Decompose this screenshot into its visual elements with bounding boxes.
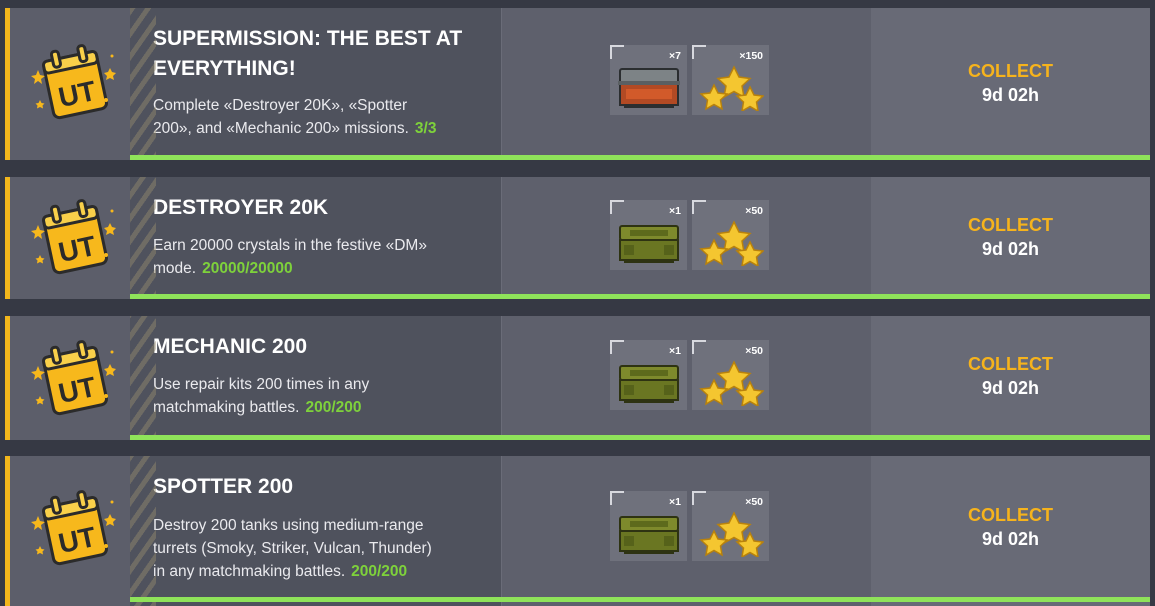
reward-item[interactable]: ×50 bbox=[692, 340, 769, 410]
decor-stripes bbox=[130, 177, 156, 299]
supply-box-icon bbox=[616, 358, 682, 406]
reward-quantity: ×50 bbox=[745, 345, 763, 357]
mission-title: MECHANIC 200 bbox=[153, 335, 308, 358]
progress-bar bbox=[130, 435, 1150, 440]
mission-card: SPOTTER 200 Destroy 200 tanks using medi… bbox=[5, 456, 1150, 606]
rewards-panel: ×7 ×150 bbox=[501, 8, 872, 160]
rewards-panel: ×1 ×50 bbox=[501, 456, 872, 606]
supply-box-icon bbox=[616, 509, 682, 557]
progress-bar bbox=[130, 597, 1150, 602]
mission-title: SUPERMISSION: THE BEST AT EVERYTHING! bbox=[153, 27, 463, 80]
collect-button[interactable]: COLLECT bbox=[871, 353, 1150, 375]
mission-icon-cell bbox=[10, 456, 130, 606]
collect-panel[interactable]: COLLECT 9d 02h bbox=[871, 456, 1150, 606]
progress-value: 3/3 bbox=[414, 120, 437, 137]
time-remaining: 9d 02h bbox=[981, 529, 1040, 549]
rewards-panel: ×1 ×50 bbox=[501, 316, 872, 440]
decor-stripes bbox=[130, 456, 156, 606]
decor-stripes bbox=[130, 8, 156, 160]
ut-calendar-badge-icon bbox=[26, 480, 122, 576]
reward-quantity: ×50 bbox=[745, 496, 763, 508]
rewards-panel: ×1 ×50 bbox=[501, 177, 872, 299]
mission-description: Destroy 200 tanks using medium-range tur… bbox=[153, 517, 432, 580]
ut-calendar-badge-icon bbox=[26, 34, 122, 130]
mission-icon-cell bbox=[10, 8, 130, 160]
mission-card: MECHANIC 200 Use repair kits 200 times i… bbox=[5, 316, 1150, 440]
time-remaining: 9d 02h bbox=[981, 378, 1040, 398]
stars-icon bbox=[698, 509, 764, 557]
stars-icon bbox=[698, 218, 764, 266]
stars-icon bbox=[698, 358, 764, 406]
collect-panel[interactable]: COLLECT 9d 02h bbox=[871, 316, 1150, 440]
mission-icon-cell bbox=[10, 177, 130, 299]
ut-calendar-badge-icon bbox=[26, 189, 122, 285]
reward-quantity: ×150 bbox=[739, 50, 763, 62]
progress-value: 200/200 bbox=[351, 563, 408, 580]
collect-panel[interactable]: COLLECT 9d 02h bbox=[871, 177, 1150, 299]
reward-quantity: ×1 bbox=[669, 345, 681, 357]
collect-button[interactable]: COLLECT bbox=[871, 504, 1150, 526]
reward-quantity: ×1 bbox=[669, 205, 681, 217]
mission-icon-cell bbox=[10, 316, 130, 440]
time-remaining: 9d 02h bbox=[981, 239, 1040, 259]
collect-button[interactable]: COLLECT bbox=[871, 214, 1150, 236]
progress-value: 200/200 bbox=[305, 399, 362, 416]
mission-content: SUPERMISSION: THE BEST AT EVERYTHING! Co… bbox=[130, 8, 501, 160]
mission-description: Complete «Destroyer 20K», «Spotter 200»,… bbox=[153, 97, 437, 137]
ut-calendar-badge-icon bbox=[26, 330, 122, 426]
reward-item[interactable]: ×50 bbox=[692, 200, 769, 270]
mission-card: DESTROYER 20K Earn 20000 crystals in the… bbox=[5, 177, 1150, 299]
time-remaining: 9d 02h bbox=[981, 85, 1040, 105]
reward-item[interactable]: ×50 bbox=[692, 491, 769, 561]
progress-value: 20000/20000 bbox=[202, 260, 293, 277]
reward-quantity: ×7 bbox=[669, 50, 681, 62]
mission-title: SPOTTER 200 bbox=[153, 475, 294, 498]
reward-item[interactable]: ×7 bbox=[610, 45, 687, 115]
collect-panel[interactable]: COLLECT 9d 02h bbox=[871, 8, 1150, 160]
collect-button[interactable]: COLLECT bbox=[871, 60, 1150, 82]
reward-item[interactable]: ×150 bbox=[692, 45, 769, 115]
mission-content: DESTROYER 20K Earn 20000 crystals in the… bbox=[130, 177, 501, 299]
progress-bar bbox=[130, 155, 1150, 160]
mission-card: SUPERMISSION: THE BEST AT EVERYTHING! Co… bbox=[5, 8, 1150, 160]
reward-item[interactable]: ×1 bbox=[610, 340, 687, 410]
mission-content: MECHANIC 200 Use repair kits 200 times i… bbox=[130, 316, 501, 440]
reward-item[interactable]: ×1 bbox=[610, 200, 687, 270]
mission-list: SUPERMISSION: THE BEST AT EVERYTHING! Co… bbox=[0, 0, 1155, 606]
supply-box-icon bbox=[616, 218, 682, 266]
mission-title: DESTROYER 20K bbox=[153, 196, 329, 219]
progress-bar bbox=[130, 294, 1150, 299]
reward-quantity: ×1 bbox=[669, 496, 681, 508]
mission-content: SPOTTER 200 Destroy 200 tanks using medi… bbox=[130, 456, 501, 606]
stars-icon bbox=[698, 63, 764, 111]
reward-quantity: ×50 bbox=[745, 205, 763, 217]
reward-item[interactable]: ×1 bbox=[610, 491, 687, 561]
container-icon bbox=[616, 63, 682, 111]
mission-description: Earn 20000 crystals in the festive «DM» … bbox=[153, 237, 427, 277]
decor-stripes bbox=[130, 316, 156, 440]
mission-description: Use repair kits 200 times in any matchma… bbox=[153, 376, 370, 416]
